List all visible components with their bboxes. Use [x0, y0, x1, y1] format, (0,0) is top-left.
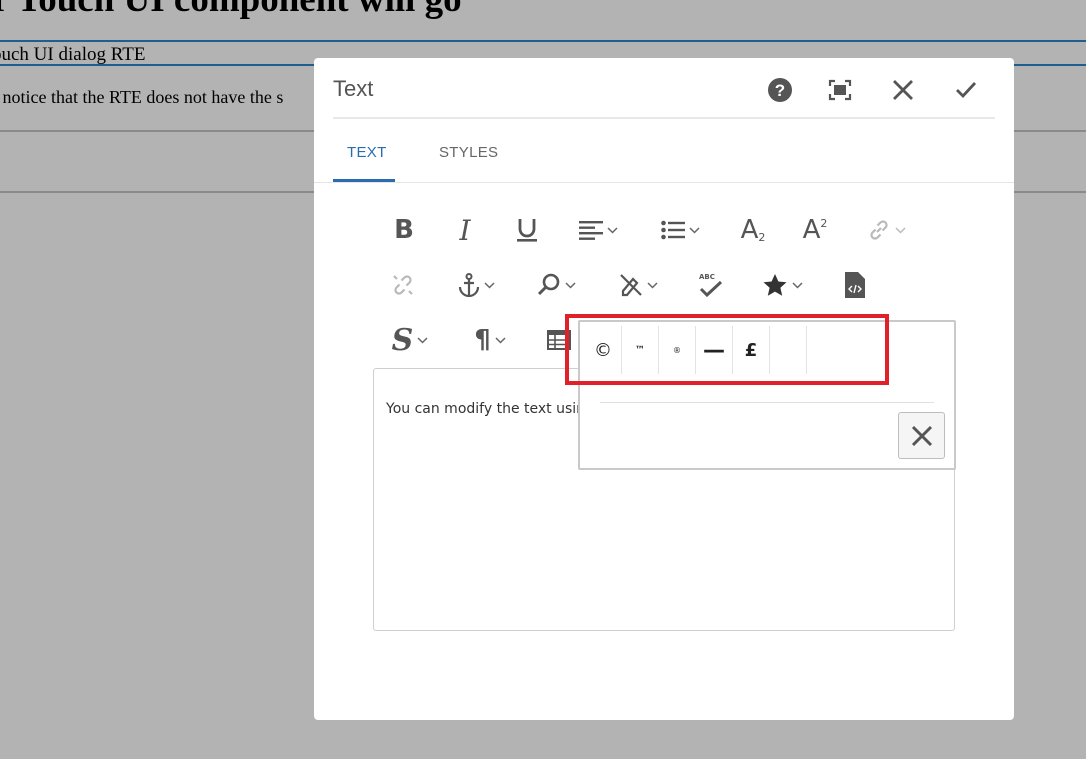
superscript-glyph: A — [802, 215, 821, 245]
char-row: © ™ ® — £ — [585, 326, 807, 374]
list-icon[interactable] — [654, 211, 706, 249]
svg-text:?: ? — [775, 81, 785, 100]
close-icon — [911, 425, 932, 446]
source-edit-icon[interactable] — [832, 266, 878, 304]
tab-styles[interactable]: STYLES — [439, 144, 498, 161]
justify-icon[interactable] — [572, 211, 624, 249]
spellcheck-label: ABC — [699, 273, 715, 281]
chevron-down-icon — [564, 281, 576, 289]
note-text: - notice that the RTE does not have the … — [0, 87, 284, 107]
char-empty[interactable] — [770, 326, 807, 374]
chevron-down-icon — [688, 226, 700, 234]
tab-text[interactable]: TEXT — [347, 144, 387, 161]
char-registered[interactable]: ® — [659, 326, 696, 374]
chevron-down-icon — [606, 226, 618, 234]
chevron-down-icon — [894, 226, 906, 234]
special-chars-popover: © ™ ® — £ — [578, 320, 956, 470]
confirm-check-icon[interactable] — [946, 72, 986, 108]
link-icon[interactable] — [860, 211, 912, 249]
header-divider — [333, 117, 995, 119]
dialog-title: Text — [333, 76, 374, 101]
close-icon[interactable] — [883, 72, 923, 108]
subscript-glyph: A — [740, 215, 759, 245]
popover-divider — [600, 402, 934, 403]
char-trademark[interactable]: ™ — [622, 326, 659, 374]
editor-content: You can modify the text using — [386, 401, 594, 417]
page-heading: ur Touch UI component will go — [0, 0, 462, 21]
remove-format-icon[interactable] — [612, 266, 664, 304]
superscript-small: 2 — [820, 216, 828, 230]
char-pound[interactable]: £ — [733, 326, 770, 374]
paragraph-format-icon[interactable]: ¶ — [464, 321, 516, 359]
table-icon[interactable] — [536, 321, 582, 359]
popover-close-button[interactable] — [898, 412, 945, 459]
fullscreen-icon[interactable] — [820, 72, 860, 108]
subscript-icon[interactable]: A2 — [730, 211, 776, 249]
underline-icon[interactable] — [504, 211, 550, 249]
find-icon[interactable] — [530, 266, 582, 304]
unlink-icon[interactable] — [380, 266, 426, 304]
help-icon[interactable]: ? — [760, 72, 800, 108]
chevron-down-icon — [791, 281, 803, 289]
subscript-small: 2 — [758, 230, 766, 244]
chevron-down-icon — [417, 336, 428, 344]
chevron-down-icon — [646, 281, 658, 289]
char-emdash[interactable]: — — [696, 326, 733, 374]
anchor-icon[interactable] — [450, 266, 502, 304]
italic-icon[interactable]: I — [442, 211, 488, 249]
divider — [0, 40, 1086, 42]
char-copyright[interactable]: © — [585, 326, 622, 374]
tab-divider — [314, 182, 1014, 183]
spellcheck-icon[interactable]: ABC — [688, 266, 734, 304]
chevron-down-icon — [495, 336, 506, 344]
chevron-down-icon — [483, 281, 495, 289]
styles-icon[interactable]: S — [384, 321, 436, 359]
special-chars-icon[interactable] — [756, 266, 808, 304]
superscript-icon[interactable]: A2 — [792, 211, 838, 249]
component-subtitle: ouch UI dialog RTE — [0, 44, 146, 65]
bold-icon[interactable]: B — [381, 211, 427, 249]
